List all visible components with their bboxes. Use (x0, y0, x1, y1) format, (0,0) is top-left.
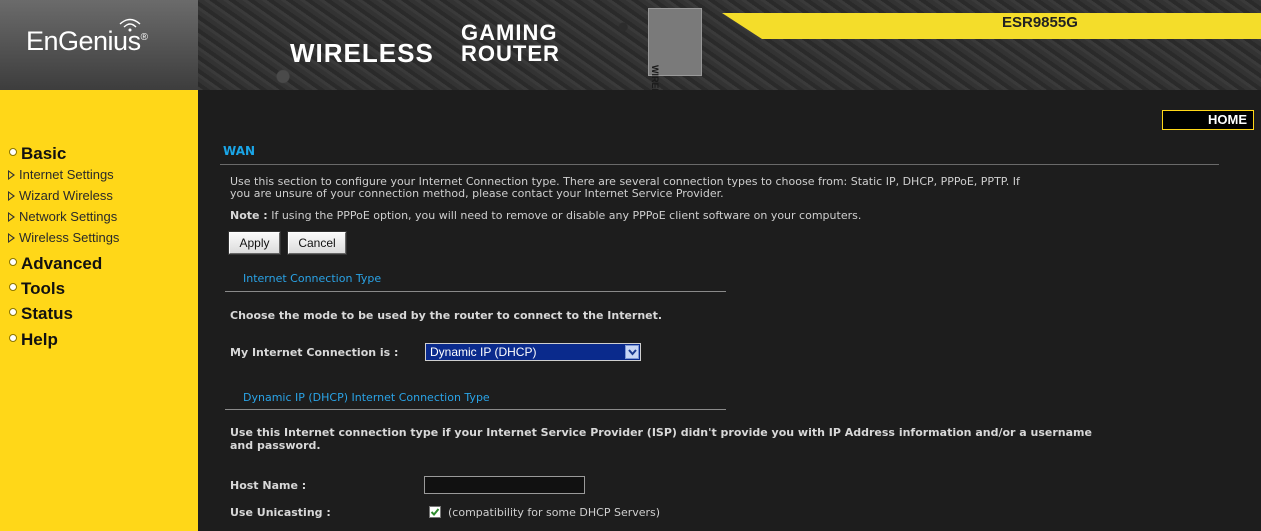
page-title: WAN (223, 144, 256, 158)
connection-type-label: My Internet Connection is : (230, 346, 399, 359)
menu-advanced[interactable]: Advanced (9, 254, 102, 274)
banner-vertical-label: WIRELESS ROUTER (648, 8, 702, 90)
use-unicasting-label: Use Unicasting : (230, 506, 331, 519)
menu-basic[interactable]: Basic (9, 144, 66, 164)
menu-advanced-label: Advanced (21, 254, 103, 273)
banner-gaming-line: GAMING (461, 20, 558, 45)
menu-item-network-settings[interactable]: Network Settings (8, 209, 118, 224)
menu-help[interactable]: Help (9, 330, 58, 350)
host-name-label: Host Name : (230, 479, 307, 492)
host-name-input[interactable] (424, 476, 585, 494)
menu-status[interactable]: Status (9, 304, 73, 324)
menu-item-wireless-settings[interactable]: Wireless Settings (8, 230, 120, 245)
bullet-icon (9, 258, 17, 266)
bullet-icon (9, 148, 17, 156)
section-dhcp-connection-type: Dynamic IP (DHCP) Internet Connection Ty… (243, 391, 490, 404)
banner-router-line: ROUTER (461, 41, 560, 66)
dhcp-description-line1: Use this Internet connection type if you… (230, 426, 1092, 439)
menu-item-label: Network Settings (19, 209, 118, 224)
triangle-right-icon (8, 212, 15, 222)
bullet-icon (9, 308, 17, 316)
model-stripe (722, 13, 1261, 39)
menu-item-label: Wireless Settings (19, 230, 120, 245)
section-divider (225, 409, 726, 410)
triangle-right-icon (8, 233, 15, 243)
connection-type-value: Dynamic IP (DHCP) (430, 345, 537, 359)
checkmark-icon (430, 508, 440, 516)
menu-item-wizard-wireless[interactable]: Wizard Wireless (8, 188, 113, 203)
menu-help-label: Help (21, 330, 58, 349)
menu-status-label: Status (21, 304, 73, 323)
note-text: Note : If using the PPPoE option, you wi… (230, 210, 861, 222)
home-button[interactable]: HOME (1162, 110, 1254, 130)
note-body: If using the PPPoE option, you will need… (271, 209, 862, 222)
section-internet-connection-type: Internet Connection Type (243, 272, 382, 285)
cancel-button[interactable]: Cancel (288, 232, 346, 254)
logo-area: EnGenius® (0, 0, 198, 90)
model-name: ESR9855G (1002, 14, 1078, 31)
banner-wireless-text: WIRELESS (290, 38, 434, 68)
apply-button[interactable]: Apply (229, 232, 280, 254)
section-divider (225, 291, 726, 292)
chevron-down-icon[interactable] (625, 345, 639, 359)
connection-type-select[interactable]: Dynamic IP (DHCP) (425, 343, 641, 361)
unicasting-hint: (compatibility for some DHCP Servers) (448, 506, 661, 519)
note-label: Note : (230, 209, 268, 222)
banner-gaming-text: GAMING ROUTER (461, 20, 560, 66)
menu-item-internet-settings[interactable]: Internet Settings (8, 167, 114, 182)
sidebar: Basic Internet Settings Wizard Wireless … (0, 90, 198, 531)
menu-tools-label: Tools (21, 279, 66, 298)
banner-vertical-text: WIRELESS ROUTER (650, 65, 660, 90)
menu-basic-label: Basic (21, 144, 67, 163)
wifi-icon (119, 18, 141, 32)
connection-mode-description: Choose the mode to be used by the router… (230, 309, 663, 322)
triangle-right-icon (8, 170, 15, 180)
triangle-right-icon (8, 191, 15, 201)
bullet-icon (9, 334, 17, 342)
menu-item-label: Wizard Wireless (19, 188, 113, 203)
header-banner: EnGenius® WIRELESS GAMING ROUTER WIRELES… (0, 0, 1261, 90)
title-divider (220, 164, 1219, 165)
dhcp-description-line2: and password. (230, 439, 321, 452)
menu-item-label: Internet Settings (19, 167, 114, 182)
use-unicasting-checkbox[interactable] (429, 506, 441, 518)
bullet-icon (9, 283, 17, 291)
intro-text-line2: you are unsure of your connection method… (230, 187, 724, 200)
registered-mark: ® (140, 32, 148, 43)
menu-tools[interactable]: Tools (9, 279, 65, 299)
